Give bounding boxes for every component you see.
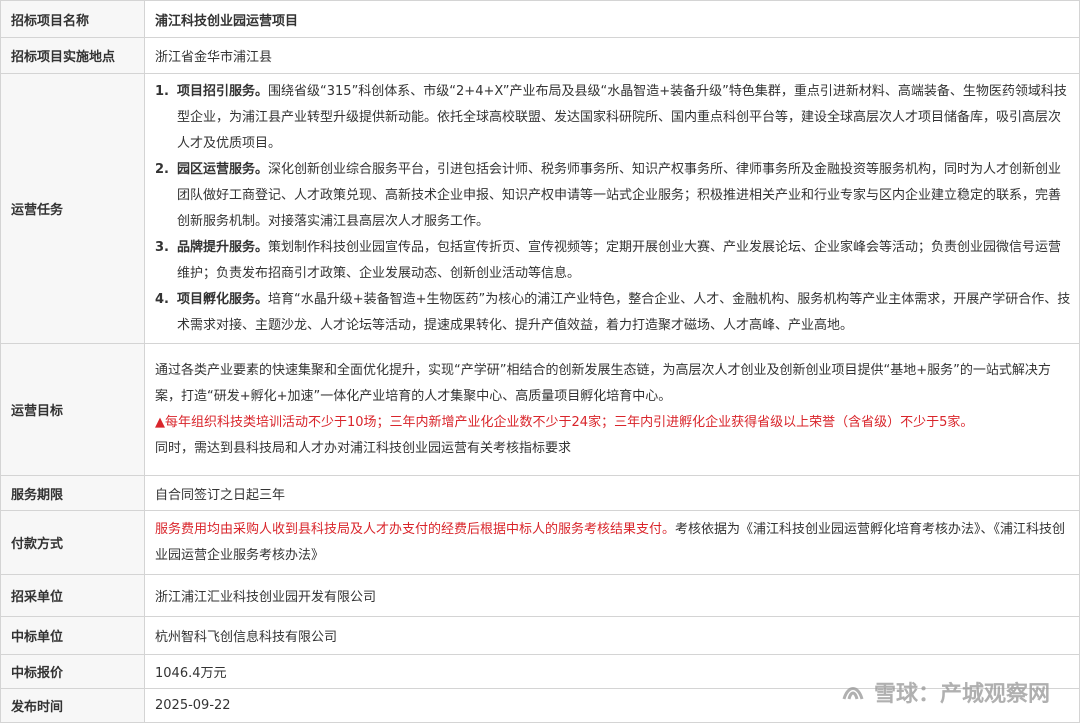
xueqiu-watermark: 雪球：产城观察网 xyxy=(840,676,1050,708)
label-project-name: 招标项目名称 xyxy=(0,0,145,38)
value-period: 自合同签订之日起三年 xyxy=(144,475,1080,511)
row-project-name: 招标项目名称 浦江科技创业园运营项目 xyxy=(0,0,1080,38)
watermark-text: 雪球：产城观察网 xyxy=(873,682,1050,707)
task-title: 园区运营服务。 xyxy=(177,161,269,177)
payment-paragraph: 服务费用均由采购人收到县科技局及人才办支付的经费后根据中标人的服务考核结果支付。… xyxy=(155,517,1073,569)
label-period: 服务期限 xyxy=(0,475,145,511)
task-title: 项目招引服务。 xyxy=(177,83,269,99)
task-list: 1. 项目招引服务。围绕省级“315”科创体系、市级“2+4+X”产业布局及县级… xyxy=(155,79,1073,339)
row-location: 招标项目实施地点 浙江省金华市浦江县 xyxy=(0,37,1080,74)
task-number: 2. xyxy=(155,161,169,177)
task-title: 项目孵化服务。 xyxy=(177,291,269,307)
task-number: 3. xyxy=(155,239,169,255)
row-winner: 中标单位 杭州智科飞创信息科技有限公司 xyxy=(0,616,1080,655)
task-text: 策划制作科技创业园宣传品，包括宣传折页、宣传视频等；定期开展创业大赛、产业发展论… xyxy=(177,239,1062,281)
value-tasks: 1. 项目招引服务。围绕省级“315”科创体系、市级“2+4+X”产业布局及县级… xyxy=(144,73,1080,344)
value-winner: 杭州智科飞创信息科技有限公司 xyxy=(144,616,1080,655)
label-goal: 运营目标 xyxy=(0,343,145,476)
label-price: 中标报价 xyxy=(0,654,145,689)
value-goal: 通过各类产业要素的快速集聚和全面优化提升，实现“产学研”相结合的创新发展生态链，… xyxy=(144,343,1080,476)
label-date: 发布时间 xyxy=(0,688,145,723)
value-project-name: 浦江科技创业园运营项目 xyxy=(144,0,1080,38)
label-winner: 中标单位 xyxy=(0,616,145,655)
row-buyer: 招采单位 浙江浦江汇业科技创业园开发有限公司 xyxy=(0,574,1080,617)
row-payment: 付款方式 服务费用均由采购人收到县科技局及人才办支付的经费后根据中标人的服务考核… xyxy=(0,510,1080,575)
task-item: 1. 项目招引服务。围绕省级“315”科创体系、市级“2+4+X”产业布局及县级… xyxy=(155,79,1073,157)
task-text: 培育“水晶升级+装备智造+生物医药”为核心的浦江产业特色，整合企业、人才、金融机… xyxy=(177,291,1071,333)
value-buyer: 浙江浦江汇业科技创业园开发有限公司 xyxy=(144,574,1080,617)
label-payment: 付款方式 xyxy=(0,510,145,575)
goal-paragraph: 通过各类产业要素的快速集聚和全面优化提升，实现“产学研”相结合的创新发展生态链，… xyxy=(155,362,1051,404)
goal-targets: ▲每年组织科技类培训活动不少于10场；三年内新增产业化企业数不少于24家；三年内… xyxy=(155,414,974,430)
task-text: 围绕省级“315”科创体系、市级“2+4+X”产业布局及县级“水晶智造+装备升级… xyxy=(177,83,1067,151)
task-item: 2. 园区运营服务。深化创新创业综合服务平台，引进包括会计师、税务师事务所、知识… xyxy=(155,157,1073,235)
label-buyer: 招采单位 xyxy=(0,574,145,617)
task-text: 深化创新创业综合服务平台，引进包括会计师、税务师事务所、知识产权事务所、律师事务… xyxy=(177,161,1062,229)
task-number: 1. xyxy=(155,83,169,99)
row-goal: 运营目标 通过各类产业要素的快速集聚和全面优化提升，实现“产学研”相结合的创新发… xyxy=(0,343,1080,476)
task-item: 3. 品牌提升服务。策划制作科技创业园宣传品，包括宣传折页、宣传视频等；定期开展… xyxy=(155,235,1073,287)
task-title: 品牌提升服务。 xyxy=(177,239,269,255)
row-tasks: 运营任务 1. 项目招引服务。围绕省级“315”科创体系、市级“2+4+X”产业… xyxy=(0,73,1080,344)
xueqiu-logo-icon xyxy=(840,679,866,705)
row-period: 服务期限 自合同签订之日起三年 xyxy=(0,475,1080,511)
payment-terms: 服务费用均由采购人收到县科技局及人才办支付的经费后根据中标人的服务考核结果支付。 xyxy=(155,521,676,537)
label-tasks: 运营任务 xyxy=(0,73,145,344)
goal-requirement: 同时，需达到县科技局和人才办对浦江科技创业园运营有关考核指标要求 xyxy=(155,440,572,456)
value-payment: 服务费用均由采购人收到县科技局及人才办支付的经费后根据中标人的服务考核结果支付。… xyxy=(144,510,1080,575)
label-location: 招标项目实施地点 xyxy=(0,37,145,74)
task-number: 4. xyxy=(155,291,169,307)
task-item: 4. 项目孵化服务。培育“水晶升级+装备智造+生物医药”为核心的浦江产业特色，整… xyxy=(155,287,1073,339)
value-location: 浙江省金华市浦江县 xyxy=(144,37,1080,74)
project-info-table: 招标项目名称 浦江科技创业园运营项目 招标项目实施地点 浙江省金华市浦江县 运营… xyxy=(0,0,1080,723)
